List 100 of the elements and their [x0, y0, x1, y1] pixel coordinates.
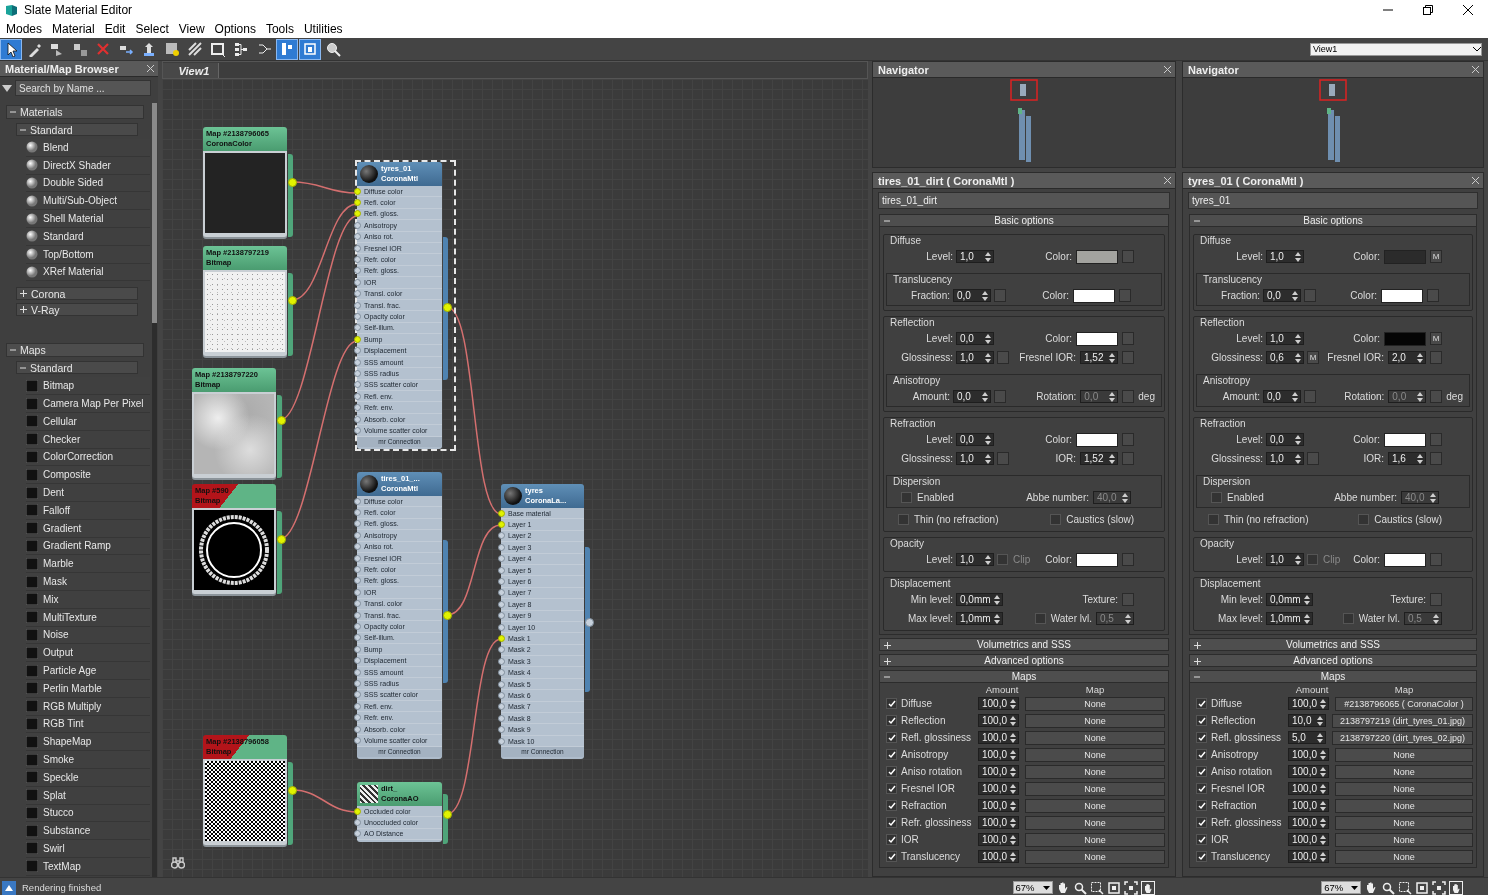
checkbox[interactable]: IOR [1196, 834, 1286, 845]
menu-item[interactable]: View [174, 22, 211, 36]
pan-hand-icon[interactable] [1140, 880, 1155, 895]
zoom-icon[interactable] [1381, 880, 1396, 895]
input-socket[interactable] [498, 657, 505, 665]
navigator-tool-button[interactable] [300, 39, 320, 59]
input-socket[interactable] [354, 668, 361, 676]
menu-item[interactable]: Material [48, 22, 101, 36]
browser-item[interactable]: Blend [26, 139, 150, 157]
number-spinner[interactable]: 0,0 [953, 390, 991, 403]
input-socket[interactable] [498, 669, 505, 677]
input-socket[interactable] [354, 497, 361, 505]
checkbox[interactable]: Thin (no refraction) [898, 514, 999, 525]
number-spinner[interactable]: 1,52 [1080, 351, 1118, 364]
rollout-header[interactable]: Basic options [1189, 214, 1477, 227]
color-swatch[interactable] [1073, 288, 1115, 303]
input-socket[interactable] [354, 520, 361, 528]
map-slot-button[interactable]: None [1025, 696, 1165, 711]
color-swatch[interactable] [1076, 331, 1118, 346]
input-socket[interactable] [354, 301, 361, 309]
input-socket[interactable] [354, 645, 361, 653]
checkbox[interactable]: IOR [886, 834, 976, 845]
input-socket[interactable] [498, 566, 505, 574]
input-socket[interactable] [354, 415, 361, 423]
color-swatch[interactable] [1076, 432, 1118, 447]
output-socket[interactable] [288, 786, 297, 795]
rollout-header[interactable]: Basic options [879, 214, 1169, 227]
category-header[interactable]: Maps [6, 343, 144, 358]
input-socket[interactable] [354, 347, 361, 355]
number-spinner[interactable]: 1,0 [956, 452, 994, 465]
number-spinner[interactable]: 100,0 [978, 833, 1020, 846]
number-spinner[interactable]: 1,0 [956, 553, 994, 566]
input-socket[interactable] [354, 324, 361, 332]
number-spinner[interactable]: 2,0 [1388, 351, 1426, 364]
browser-item[interactable]: ShapeMap [26, 733, 150, 752]
number-spinner[interactable]: 1,0 [1266, 553, 1304, 566]
number-spinner[interactable]: 0,6 [1266, 351, 1304, 364]
map-slot-button[interactable]: None [1335, 764, 1473, 779]
material-node[interactable] [355, 160, 456, 451]
input-socket[interactable] [354, 600, 361, 608]
map-slot-button[interactable]: None [1335, 832, 1473, 847]
number-spinner[interactable]: 1,6 [1388, 452, 1426, 465]
checkbox[interactable]: Aniso rotation [1196, 766, 1286, 777]
input-socket[interactable] [354, 657, 361, 665]
browser-item[interactable]: Composite [26, 466, 150, 485]
rollout-header[interactable]: Maps [1189, 670, 1477, 683]
checkbox[interactable]: Thin (no refraction) [1208, 514, 1309, 525]
number-spinner[interactable]: 0,0 [1266, 433, 1304, 446]
zoom-dropdown[interactable]: 67% [1012, 881, 1053, 894]
binoculars-icon[interactable] [171, 857, 185, 869]
menu-item[interactable]: Utilities [299, 22, 349, 36]
number-spinner[interactable]: 1,0 [956, 250, 994, 263]
browser-item[interactable]: Mask [26, 573, 150, 591]
checkbox[interactable]: Caustics (slow) [1050, 514, 1134, 525]
input-socket[interactable] [354, 819, 361, 827]
number-spinner[interactable]: 100,0 [978, 765, 1020, 778]
checkbox[interactable]: Refr. glossiness [886, 817, 976, 828]
map-slot-button[interactable]: None [1025, 832, 1165, 847]
input-socket[interactable] [354, 623, 361, 630]
input-socket[interactable] [498, 600, 505, 608]
checkbox[interactable]: Water lvl. [1342, 613, 1400, 624]
input-socket[interactable] [354, 702, 361, 710]
input-socket[interactable] [498, 532, 505, 540]
input-socket[interactable] [498, 646, 505, 654]
number-spinner[interactable]: 100,0 [978, 748, 1020, 761]
input-socket[interactable] [498, 612, 505, 620]
map-slot-button[interactable]: None [1025, 781, 1165, 796]
browser-item[interactable]: Bitmap [26, 377, 150, 396]
map-slot-button[interactable]: 2138797220 (dirt_tyres_02.jpg) [1332, 730, 1473, 745]
input-socket[interactable] [354, 267, 361, 275]
color-swatch[interactable] [1076, 249, 1118, 264]
number-spinner[interactable]: 0,0 [1263, 289, 1301, 302]
map-slot-button[interactable]: None [1025, 798, 1165, 813]
number-spinner[interactable]: 100,0 [978, 850, 1020, 863]
input-socket[interactable] [354, 531, 361, 539]
number-spinner[interactable]: 5,0 [1288, 731, 1326, 744]
map-slot-button[interactable]: None [1335, 798, 1473, 813]
number-spinner[interactable]: 10,0 [1288, 714, 1326, 727]
input-socket[interactable] [498, 543, 505, 551]
number-spinner[interactable]: 100,0 [1288, 782, 1330, 795]
checkbox[interactable]: Enabled [1211, 492, 1264, 503]
view-tab[interactable]: View1 [163, 63, 219, 78]
number-spinner[interactable]: 100,0 [1288, 765, 1330, 778]
map-button[interactable]: M [1430, 250, 1442, 263]
input-socket[interactable] [354, 313, 361, 320]
input-socket[interactable] [498, 726, 505, 734]
browser-item[interactable]: Substance [26, 822, 150, 841]
browser-item[interactable]: Particle Age [26, 662, 150, 680]
rollout-header[interactable]: Advanced options [1189, 654, 1477, 667]
input-socket[interactable] [498, 623, 505, 631]
checkbox[interactable]: Translucency [1196, 851, 1286, 862]
input-socket[interactable] [354, 244, 361, 252]
number-spinner[interactable]: 100,0 [978, 799, 1020, 812]
input-socket[interactable] [498, 589, 505, 597]
map-slot-button[interactable]: None [1335, 747, 1473, 762]
number-spinner[interactable]: 0,0 [953, 289, 991, 302]
pan-hand-icon[interactable] [1364, 880, 1379, 895]
input-socket[interactable] [354, 369, 361, 377]
output-socket[interactable] [443, 303, 452, 312]
checkbox[interactable]: Refr. glossiness [1196, 817, 1286, 828]
